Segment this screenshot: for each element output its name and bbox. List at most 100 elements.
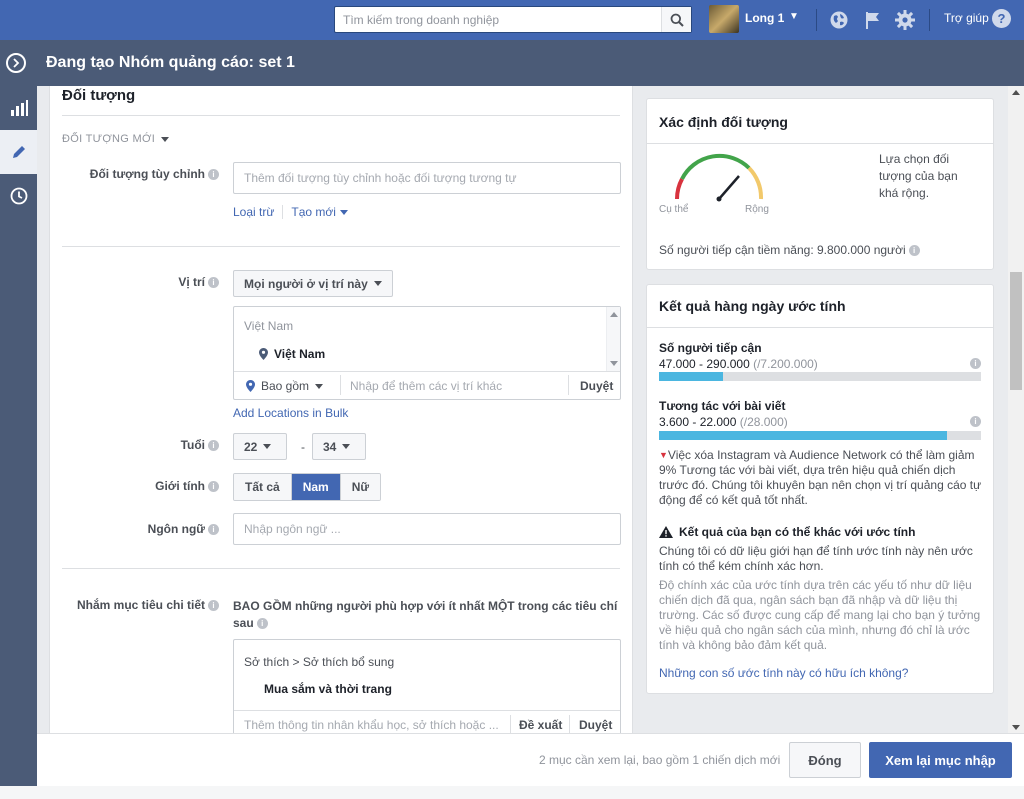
divider bbox=[62, 115, 620, 116]
chevron-down-icon[interactable]: ▼ bbox=[789, 11, 799, 22]
divider bbox=[234, 710, 620, 711]
add-locations-bulk-link[interactable]: Add Locations in Bulk bbox=[233, 406, 348, 420]
divider bbox=[510, 715, 511, 735]
interest-item[interactable]: Mua sắm và thời trang bbox=[264, 682, 392, 696]
gender-label: Giới tính i bbox=[69, 479, 219, 493]
user-name[interactable]: Long 1 bbox=[745, 11, 784, 25]
rail-item-stats[interactable] bbox=[0, 86, 37, 130]
new-audience-dropdown[interactable]: ĐỐI TƯỢNG MỚI bbox=[62, 133, 170, 145]
divider bbox=[647, 143, 993, 144]
divider bbox=[62, 246, 620, 247]
reach-value: 47.000 - 290.000 (/7.200.000) bbox=[659, 357, 818, 371]
rail-item-edit[interactable] bbox=[0, 130, 37, 174]
gender-option-all[interactable]: Tất cả bbox=[234, 474, 292, 500]
browse-button[interactable]: Duyệt bbox=[580, 379, 613, 393]
review-button[interactable]: Xem lại mục nhập bbox=[869, 742, 1012, 778]
divider bbox=[569, 715, 570, 735]
search-button[interactable] bbox=[661, 7, 691, 32]
right-column: Xác định đối tượng Cụ thể Rộng Lựa chọn … bbox=[646, 86, 1006, 746]
audience-gauge bbox=[674, 153, 764, 202]
location-list-scrollbar[interactable] bbox=[606, 307, 620, 371]
chevron-down-icon bbox=[263, 444, 272, 449]
divider bbox=[816, 9, 817, 31]
info-icon[interactable]: i bbox=[208, 481, 219, 492]
location-item[interactable]: Việt Nam bbox=[259, 347, 325, 361]
info-icon[interactable]: i bbox=[208, 277, 219, 288]
age-min-dropdown[interactable]: 22 bbox=[233, 433, 287, 460]
bottom-strip bbox=[0, 786, 1024, 799]
reach-bar bbox=[659, 372, 981, 381]
interest-search-input[interactable]: Thêm thông tin nhân khẩu học, sở thích h… bbox=[244, 718, 499, 732]
top-bar: Long 1 ▼ Trợ giúp ? bbox=[0, 0, 1024, 40]
rail-item-history[interactable] bbox=[0, 174, 37, 218]
divider bbox=[647, 327, 993, 328]
gender-selector: Tất cả Nam Nữ bbox=[233, 473, 382, 501]
placement-notice: ▼Việc xóa Instagram và Audience Network … bbox=[659, 448, 982, 507]
main-area: Đối tượng ĐỐI TƯỢNG MỚI Đối tượng tùy ch… bbox=[37, 86, 1024, 799]
info-icon[interactable]: i bbox=[970, 358, 981, 369]
scroll-thumb[interactable] bbox=[1010, 272, 1022, 390]
location-search-input[interactable]: Nhập để thêm các vị trí khác bbox=[350, 379, 502, 393]
info-icon[interactable]: i bbox=[208, 524, 219, 535]
potential-reach: Số người tiếp cận tiềm năng: 9.800.000 n… bbox=[659, 243, 920, 257]
page-scrollbar[interactable] bbox=[1008, 86, 1024, 736]
left-rail bbox=[0, 86, 37, 799]
suggestions-button[interactable]: Đề xuất bbox=[519, 718, 562, 732]
help-icon[interactable]: ? bbox=[992, 9, 1011, 28]
gender-option-male[interactable]: Nam bbox=[291, 474, 341, 500]
feedback-link[interactable]: Những con số ước tính này có hữu ích khô… bbox=[659, 666, 908, 680]
info-icon[interactable]: i bbox=[256, 618, 268, 629]
browse-button[interactable]: Duyệt bbox=[579, 718, 612, 732]
audience-form: Đối tượng ĐỐI TƯỢNG MỚI Đối tượng tùy ch… bbox=[49, 86, 633, 746]
expand-button[interactable] bbox=[6, 53, 26, 73]
chevron-down-icon bbox=[373, 281, 382, 286]
include-dropdown[interactable]: Bao gồm bbox=[246, 379, 324, 393]
search-input[interactable] bbox=[335, 7, 661, 32]
avatar[interactable] bbox=[709, 5, 739, 33]
bar-chart-icon bbox=[10, 100, 28, 116]
gauge-description: Lựa chọn đối tượng của bạn khá rộng. bbox=[879, 152, 958, 200]
custom-audience-label: Đối tượng tùy chỉnh i bbox=[69, 167, 219, 181]
warning-icon bbox=[659, 526, 673, 538]
chevron-right-icon bbox=[13, 58, 20, 68]
warning-text: Chúng tôi có dữ liệu giới hạn để tính ướ… bbox=[659, 544, 973, 573]
info-icon[interactable]: i bbox=[208, 169, 219, 180]
chevron-down-icon bbox=[315, 383, 324, 389]
card-title: Kết quả hàng ngày ước tính bbox=[659, 298, 846, 314]
info-icon[interactable]: i bbox=[908, 245, 920, 256]
scroll-down-icon[interactable] bbox=[1012, 725, 1020, 730]
age-max-dropdown[interactable]: 34 bbox=[312, 433, 366, 460]
reach-label: Số người tiếp cận bbox=[659, 341, 762, 355]
info-icon[interactable]: i bbox=[208, 440, 219, 451]
info-icon[interactable]: i bbox=[208, 600, 219, 611]
reach-bar-fill bbox=[659, 372, 724, 381]
gear-icon[interactable] bbox=[893, 8, 917, 32]
close-button[interactable]: Đóng bbox=[789, 742, 861, 778]
custom-audience-input[interactable]: Thêm đối tượng tùy chỉnh hoặc đối tượng … bbox=[233, 162, 621, 194]
header-bar: Đang tạo Nhóm quảng cáo: set 1 bbox=[0, 40, 1024, 86]
warning-title: Kết quả của bạn có thể khác với ước tính bbox=[659, 525, 915, 539]
create-new-link[interactable]: Tạo mới bbox=[291, 205, 348, 219]
divider bbox=[282, 205, 284, 219]
age-dash: - bbox=[301, 440, 305, 454]
gauge-right-label: Rộng bbox=[745, 204, 769, 215]
detailed-targeting-box: Sở thích > Sở thích bổ sung Mua sắm và t… bbox=[233, 639, 621, 745]
card-title: Xác định đối tượng bbox=[659, 114, 788, 130]
chevron-down-icon bbox=[161, 136, 170, 142]
section-title: Đối tượng bbox=[62, 87, 136, 104]
location-mode-dropdown[interactable]: Mọi người ở vị trí này bbox=[233, 270, 393, 297]
flag-icon[interactable] bbox=[860, 8, 884, 32]
scroll-up-icon[interactable] bbox=[1012, 90, 1020, 95]
language-input[interactable]: Nhập ngôn ngữ ... bbox=[233, 513, 621, 545]
exclude-link[interactable]: Loại trừ bbox=[233, 205, 274, 219]
info-icon[interactable]: i bbox=[970, 416, 981, 427]
globe-icon[interactable] bbox=[827, 8, 851, 32]
divider bbox=[234, 371, 620, 372]
location-pin-icon bbox=[246, 380, 255, 392]
divider bbox=[568, 375, 569, 395]
page-title: Đang tạo Nhóm quảng cáo: set 1 bbox=[46, 54, 295, 71]
location-box: Việt Nam Việt Nam Bao gồm Nhập để thêm c… bbox=[233, 306, 621, 400]
gender-option-female[interactable]: Nữ bbox=[340, 474, 381, 500]
gauge-left-label: Cụ thể bbox=[659, 204, 689, 215]
help-link[interactable]: Trợ giúp bbox=[944, 11, 989, 25]
